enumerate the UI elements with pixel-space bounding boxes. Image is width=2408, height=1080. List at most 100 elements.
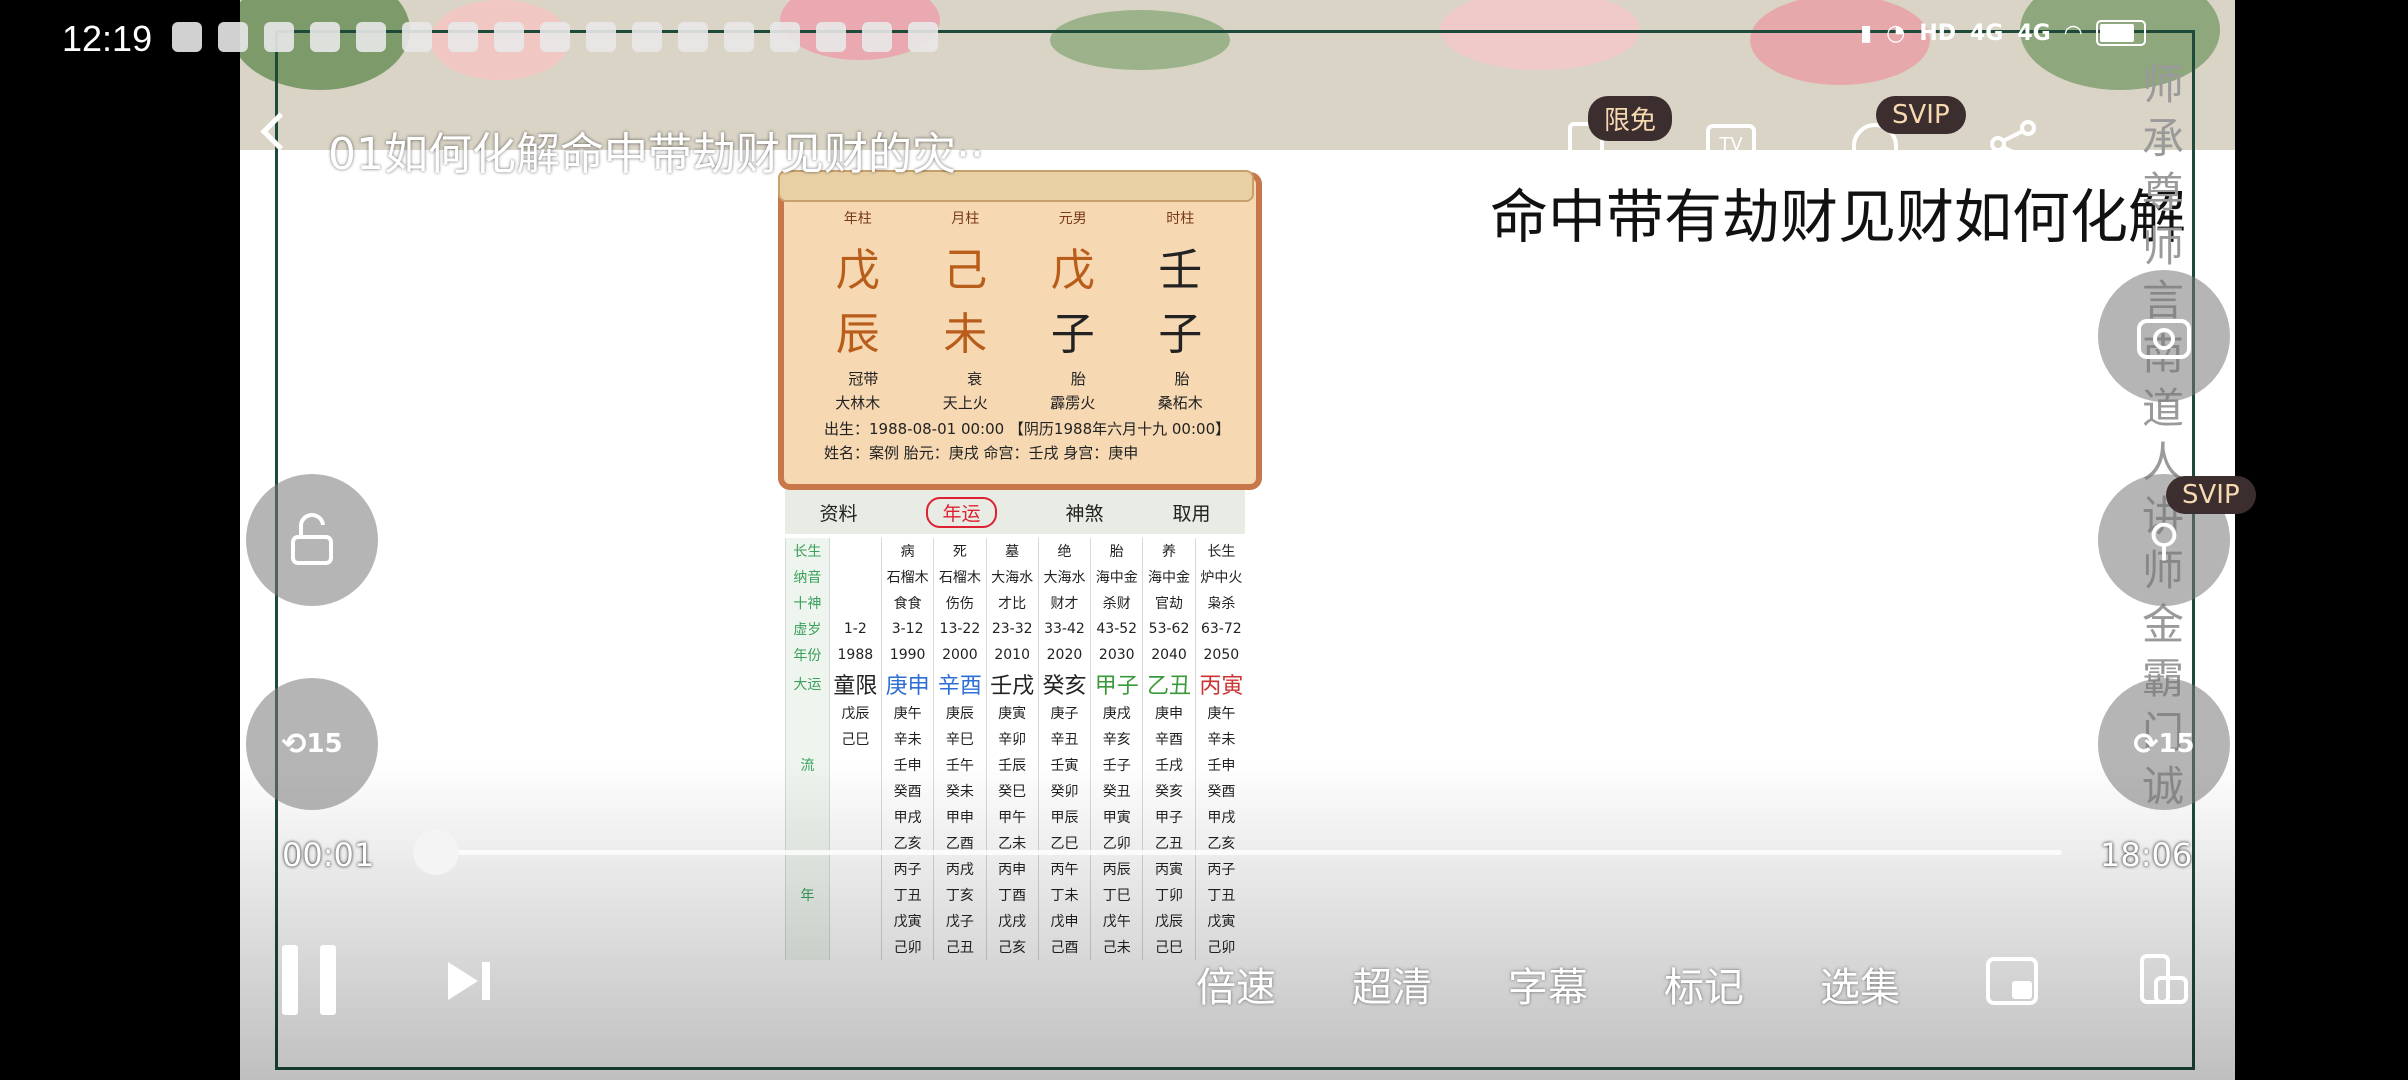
controls-scrim	[240, 760, 2235, 1080]
heavenly-stem: 壬	[1158, 245, 1203, 296]
earthly-branch: 子	[1158, 309, 1203, 360]
table-cell: 1-2	[828, 616, 882, 642]
table-cell: 53-62	[1142, 616, 1196, 642]
name-line: 姓名：案例 胎元：庚戌 命宫：壬戌 身宫：庚申	[824, 444, 1139, 462]
table-cell: 炉中火	[1194, 564, 1247, 590]
table-cell: 童限	[828, 668, 882, 700]
subtitle-button[interactable]: 字幕	[1508, 955, 1588, 1013]
rotate-screen-icon[interactable]	[2134, 952, 2190, 1008]
phase-label: 衰	[967, 370, 983, 388]
vibrate-icon: ▮	[1860, 20, 1873, 46]
battery-icon	[2095, 20, 2146, 46]
table-cell	[828, 564, 882, 590]
table-cell: 死	[933, 538, 987, 564]
table-row: 己巳 辛未 辛巳 辛卯 辛丑 辛亥 辛酉 辛未	[785, 726, 1247, 752]
table-cell: 壬戌	[985, 668, 1039, 700]
table-cell: 辛未	[880, 726, 934, 752]
row-header: 年份	[785, 642, 830, 668]
heavenly-stem: 己	[943, 245, 988, 296]
progress-thumb[interactable]	[412, 829, 459, 875]
duration: 18:06	[2100, 836, 2193, 874]
table-cell	[828, 590, 882, 616]
table-cell: 2050	[1194, 642, 1247, 668]
alipay-icon	[586, 22, 616, 52]
pillar-label: 元男	[1058, 211, 1087, 227]
table-cell: 辛未	[1194, 726, 1247, 752]
app-icon	[494, 22, 524, 52]
table-cell: 13-22	[933, 616, 987, 642]
watermark-char: 尊	[2141, 168, 2184, 217]
table-row: 纳音 石榴木 石榴木 大海水 大海水 海中金 海中金 炉中火	[785, 564, 1247, 590]
table-cell: 庚戌	[1090, 700, 1143, 726]
earthly-branch: 子	[1050, 309, 1095, 360]
row-header	[785, 700, 830, 726]
current-time: 00:01	[282, 836, 375, 874]
wechat-icon	[172, 22, 202, 52]
row-header: 虚岁	[785, 616, 830, 642]
table-cell: 辛卯	[985, 726, 1039, 752]
heavenly-stem: 戊	[1050, 245, 1095, 296]
table-cell: 养	[1142, 538, 1196, 564]
tv-cast-icon[interactable]: TV	[1704, 120, 1758, 168]
slide-title: 命中带有劫财见财如何化解	[1490, 183, 2187, 251]
tab-quyong[interactable]: 取用	[1172, 499, 1210, 526]
rewind-15-button[interactable]: ⟲ 15	[246, 678, 378, 810]
forward-15-button[interactable]: ⟳ 15	[2098, 678, 2230, 810]
table-cell: 官劫	[1142, 590, 1196, 616]
table-cell: 伤伤	[933, 590, 987, 616]
free-badge: 限免	[1588, 96, 1673, 141]
forward-icon: ⟳	[2133, 726, 2159, 762]
pin-icon: ⚲	[2147, 514, 2181, 566]
row-header: 大运	[785, 668, 830, 700]
tab-info[interactable]: 资料	[819, 499, 857, 526]
signal-label: 4G	[2017, 20, 2051, 46]
phase-label: 胎	[1174, 370, 1190, 388]
next-episode-icon[interactable]	[444, 958, 494, 1004]
chart-tabs: 资料 年运 神煞 取用	[785, 490, 1245, 534]
screenshot-button[interactable]	[2098, 270, 2230, 402]
app-icon	[540, 22, 570, 52]
table-cell: 癸亥	[1037, 668, 1091, 700]
table-cell: 食食	[880, 590, 934, 616]
progress-track[interactable]	[430, 850, 2062, 855]
pause-button[interactable]	[282, 945, 340, 1015]
speed-button[interactable]: 倍速	[1196, 955, 1276, 1013]
table-cell: 石榴木	[933, 564, 987, 590]
forward-seconds: 15	[2158, 729, 2195, 759]
heavenly-stem: 戊	[835, 245, 880, 296]
watermark-char: 师	[2141, 222, 2184, 271]
table-cell: 石榴木	[880, 564, 934, 590]
table-cell: 2030	[1090, 642, 1143, 668]
table-cell: 辛酉	[1142, 726, 1196, 752]
hd-label: HD	[1919, 20, 1956, 46]
tab-yearly-luck[interactable]: 年运	[926, 496, 997, 528]
tiktok-icon	[724, 22, 754, 52]
rewind-icon: ⟲	[281, 726, 307, 762]
notification-icons	[172, 22, 938, 52]
lock-screen-button[interactable]	[246, 474, 378, 606]
camera-icon	[2137, 319, 2191, 359]
picture-in-picture-icon[interactable]	[1984, 955, 2040, 1007]
table-cell: 庚辰	[933, 700, 987, 726]
episodes-button[interactable]: 选集	[1820, 955, 1900, 1013]
tab-shensha[interactable]: 神煞	[1065, 499, 1103, 526]
table-cell: 43-52	[1090, 616, 1143, 642]
video-title: 01如何化解命中带劫财见财的灾··	[328, 129, 984, 180]
table-cell: 甲子	[1090, 668, 1143, 700]
table-cell: 乙丑	[1142, 668, 1196, 700]
table-cell: 病	[880, 538, 934, 564]
watermark-char: 承	[2141, 114, 2184, 163]
table-cell: 才比	[985, 590, 1039, 616]
table-cell: 海中金	[1090, 564, 1143, 590]
pillar-label: 月柱	[951, 211, 980, 227]
svg-text:TV: TV	[1718, 134, 1743, 155]
bookmark-button[interactable]: 标记	[1664, 955, 1744, 1013]
wifi-icon: ◠	[2064, 20, 2082, 46]
quality-button[interactable]: 超清	[1352, 955, 1432, 1013]
pause-icon	[282, 945, 298, 1015]
share-icon[interactable]	[1988, 120, 2042, 168]
nayin-label: 桑柘木	[1157, 394, 1203, 412]
row-header: 长生	[785, 538, 830, 564]
svip-badge-side: SVIP	[2166, 476, 2256, 514]
table-cell: 戊辰	[828, 700, 882, 726]
